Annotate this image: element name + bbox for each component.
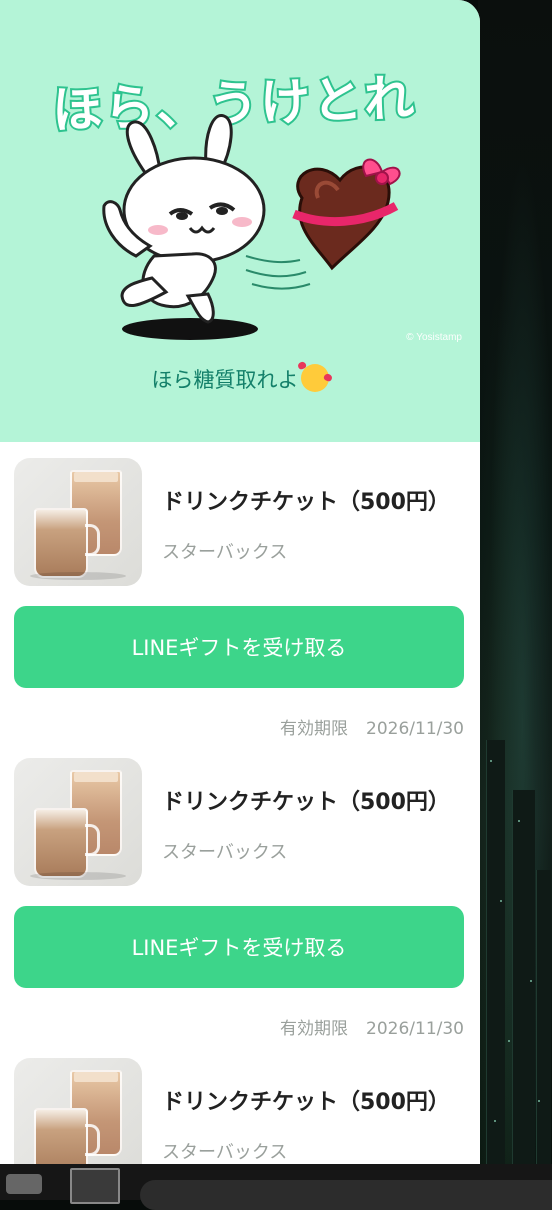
expiry-label: 有効期限 — [280, 1019, 349, 1039]
camera-icon[interactable] — [6, 1174, 42, 1194]
gift-message-card: ほら、うけとれ © Yosistamp ほら糖質取れよ ドリンクチケット（500… — [0, 0, 480, 1164]
gift-brand: スターバックス — [162, 542, 288, 563]
gift-name: ドリンクチケット（500円） — [162, 1090, 450, 1115]
gift-message-text: ほら糖質取れよ — [151, 368, 299, 392]
image-thumbnail-icon[interactable] — [70, 1168, 120, 1204]
chocolate-heart-icon — [292, 158, 401, 271]
rabbit-sticker — [102, 114, 401, 340]
gift-brand: スターバックス — [162, 1142, 288, 1163]
coffee-drinks-thumbnail — [14, 758, 142, 886]
gift-item: ドリンクチケット（500円） スターバックス — [0, 1042, 480, 1164]
gift-expiry: 有効期限 2026/11/30 — [280, 1014, 464, 1039]
gift-item: ドリンクチケット（500円） スターバックス LINEギフトを受け取る 有効期限… — [0, 742, 480, 1042]
smiling-face-with-hearts-icon — [300, 364, 329, 392]
receive-gift-button[interactable]: LINEギフトを受け取る — [14, 606, 464, 688]
expiry-date: 2026/11/30 — [366, 719, 464, 739]
gift-card-header: ほら、うけとれ © Yosistamp ほら糖質取れよ — [0, 0, 480, 442]
message-input[interactable] — [140, 1180, 552, 1210]
gift-name: ドリンクチケット（500円） — [162, 490, 450, 515]
gift-name: ドリンクチケット（500円） — [162, 790, 450, 815]
gift-message: ほら糖質取れよ — [0, 364, 480, 394]
receive-gift-button[interactable]: LINEギフトを受け取る — [14, 906, 464, 988]
gift-expiry: 有効期限 2026/11/30 — [280, 714, 464, 739]
coffee-drinks-thumbnail — [14, 458, 142, 586]
coffee-drinks-thumbnail — [14, 1058, 142, 1164]
bottom-bar — [0, 1164, 552, 1210]
gift-brand: スターバックス — [162, 842, 288, 863]
gift-item: ドリンクチケット（500円） スターバックス LINEギフトを受け取る 有効期限… — [0, 442, 480, 742]
expiry-date: 2026/11/30 — [366, 1019, 464, 1039]
stamp-credit: © Yosistamp — [406, 332, 462, 343]
background-cityscape — [478, 0, 552, 1170]
expiry-label: 有効期限 — [280, 719, 349, 739]
